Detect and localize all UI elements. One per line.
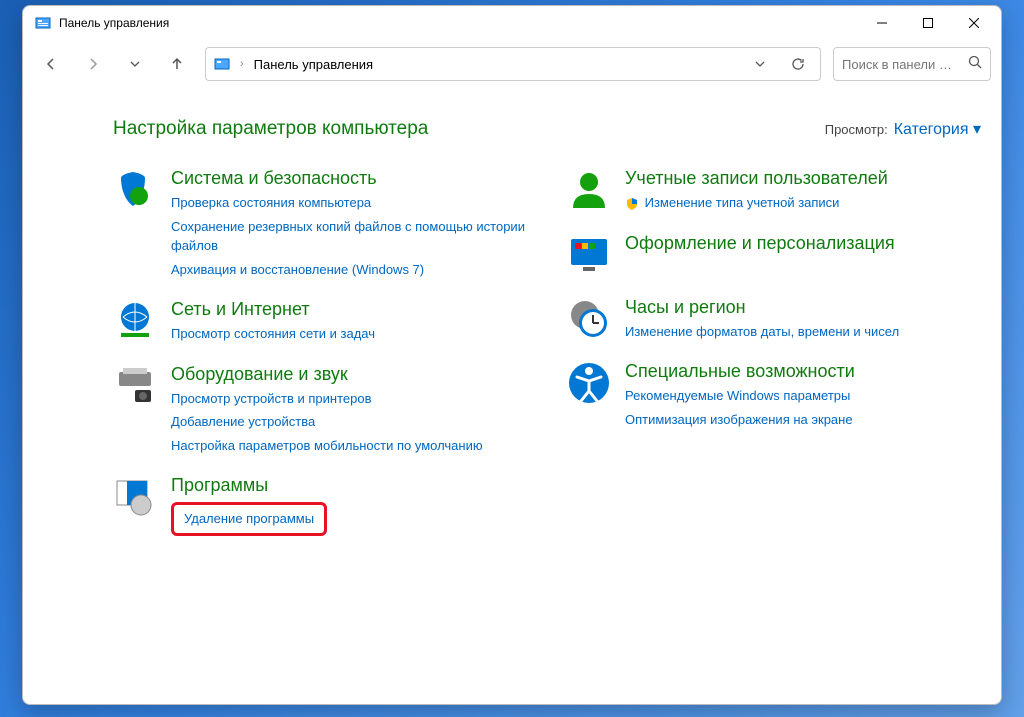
category-title[interactable]: Программы bbox=[171, 475, 327, 496]
content-area: Настройка параметров компьютера Просмотр… bbox=[23, 88, 1001, 704]
category-title[interactable]: Сеть и Интернет bbox=[171, 299, 375, 320]
search-icon bbox=[968, 55, 982, 74]
programs-icon bbox=[113, 475, 157, 519]
maximize-button[interactable] bbox=[905, 8, 951, 38]
app-icon bbox=[35, 15, 51, 31]
address-bar[interactable]: › Панель управления bbox=[205, 47, 821, 81]
category-appearance: Оформление и персонализация bbox=[567, 233, 981, 277]
search-box[interactable] bbox=[833, 47, 991, 81]
category-title[interactable]: Специальные возможности bbox=[625, 361, 855, 382]
category-link[interactable]: Настройка параметров мобильности по умол… bbox=[171, 436, 483, 456]
up-button[interactable] bbox=[159, 46, 195, 82]
monitor-icon bbox=[567, 233, 611, 277]
page-header: Настройка параметров компьютера Просмотр… bbox=[113, 118, 981, 140]
window-controls bbox=[859, 8, 997, 38]
printer-icon bbox=[113, 364, 157, 408]
address-dropdown[interactable] bbox=[746, 50, 774, 78]
accessibility-icon bbox=[567, 361, 611, 405]
location-icon bbox=[214, 56, 230, 72]
viewby-dropdown[interactable]: Категория ▾ bbox=[894, 119, 981, 139]
category-title[interactable]: Часы и регион bbox=[625, 297, 899, 318]
globe-icon bbox=[113, 299, 157, 343]
left-column: Система и безопасность Проверка состояни… bbox=[113, 168, 527, 536]
uac-shield-icon bbox=[625, 197, 639, 211]
recent-dropdown[interactable] bbox=[117, 46, 153, 82]
forward-button[interactable] bbox=[75, 46, 111, 82]
category-programs: Программы Удаление программы bbox=[113, 475, 527, 536]
right-column: Учетные записи пользователей Изменение т… bbox=[567, 168, 981, 536]
category-link[interactable]: Добавление устройства bbox=[171, 412, 483, 432]
control-panel-window: Панель управления › Панель управления На… bbox=[22, 5, 1002, 705]
viewby-label: Просмотр: bbox=[825, 122, 888, 137]
chevron-right-icon: › bbox=[240, 58, 244, 70]
category-title[interactable]: Система и безопасность bbox=[171, 168, 527, 189]
category-link[interactable]: Просмотр состояния сети и задач bbox=[171, 324, 375, 344]
clock-icon bbox=[567, 297, 611, 341]
category-link[interactable]: Сохранение резервных копий файлов с помо… bbox=[171, 217, 527, 256]
close-button[interactable] bbox=[951, 8, 997, 38]
category-title[interactable]: Оборудование и звук bbox=[171, 364, 483, 385]
category-hardware: Оборудование и звук Просмотр устройств и… bbox=[113, 364, 527, 456]
category-title[interactable]: Учетные записи пользователей bbox=[625, 168, 888, 189]
titlebar: Панель управления bbox=[23, 6, 1001, 40]
address-path[interactable]: Панель управления bbox=[254, 57, 736, 72]
highlighted-link: Удаление программы bbox=[171, 502, 327, 536]
category-link[interactable]: Просмотр устройств и принтеров bbox=[171, 389, 483, 409]
category-network: Сеть и Интернет Просмотр состояния сети … bbox=[113, 299, 527, 344]
category-link[interactable]: Архивация и восстановление (Windows 7) bbox=[171, 260, 527, 280]
window-title: Панель управления bbox=[59, 16, 859, 30]
category-link[interactable]: Рекомендуемые Windows параметры bbox=[625, 386, 855, 406]
category-link[interactable]: Проверка состояния компьютера bbox=[171, 193, 527, 213]
category-link[interactable]: Оптимизация изображения на экране bbox=[625, 410, 855, 430]
category-accessibility: Специальные возможности Рекомендуемые Wi… bbox=[567, 361, 981, 429]
category-user-accounts: Учетные записи пользователей Изменение т… bbox=[567, 168, 981, 213]
minimize-button[interactable] bbox=[859, 8, 905, 38]
category-clock-region: Часы и регион Изменение форматов даты, в… bbox=[567, 297, 981, 342]
page-title: Настройка параметров компьютера bbox=[113, 118, 825, 140]
category-columns: Система и безопасность Проверка состояни… bbox=[113, 168, 981, 536]
navigation-bar: › Панель управления bbox=[23, 40, 1001, 88]
back-button[interactable] bbox=[33, 46, 69, 82]
search-input[interactable] bbox=[842, 57, 968, 72]
category-title[interactable]: Оформление и персонализация bbox=[625, 233, 895, 254]
category-link[interactable]: Изменение форматов даты, времени и чисел bbox=[625, 322, 899, 342]
refresh-button[interactable] bbox=[784, 50, 812, 78]
category-system-security: Система и безопасность Проверка состояни… bbox=[113, 168, 527, 279]
uninstall-program-link[interactable]: Удаление программы bbox=[184, 511, 314, 526]
shield-icon bbox=[113, 168, 157, 212]
user-icon bbox=[567, 168, 611, 212]
category-link[interactable]: Изменение типа учетной записи bbox=[625, 193, 888, 213]
